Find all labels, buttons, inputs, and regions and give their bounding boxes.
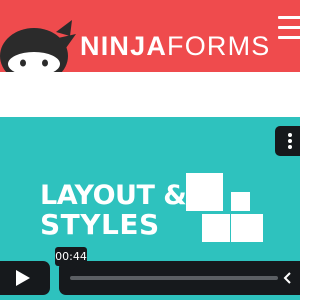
video-controls-bar: [59, 261, 300, 295]
site-header: NINJAFORMS: [0, 0, 300, 72]
hamburger-menu-icon[interactable]: [278, 10, 300, 46]
video-player[interactable]: LAYOUT & STYLES 00:44: [0, 117, 300, 300]
brand-name-bold: NINJA: [80, 31, 168, 61]
play-icon: [16, 270, 30, 286]
video-title-line-2: STYLES: [40, 208, 160, 241]
rewind-chevron-icon[interactable]: [283, 271, 293, 285]
ninja-mascot-icon: [0, 12, 78, 72]
progress-track[interactable]: [70, 276, 278, 280]
time-tooltip: 00:44: [55, 247, 87, 271]
play-button[interactable]: [0, 261, 50, 295]
brand-logo-text[interactable]: NINJAFORMS: [80, 31, 271, 61]
more-vertical-icon[interactable]: [275, 126, 300, 156]
header-spacer: [0, 72, 300, 117]
brand-name-light: FORMS: [167, 31, 271, 61]
video-title-line-1: LAYOUT &: [40, 180, 187, 211]
